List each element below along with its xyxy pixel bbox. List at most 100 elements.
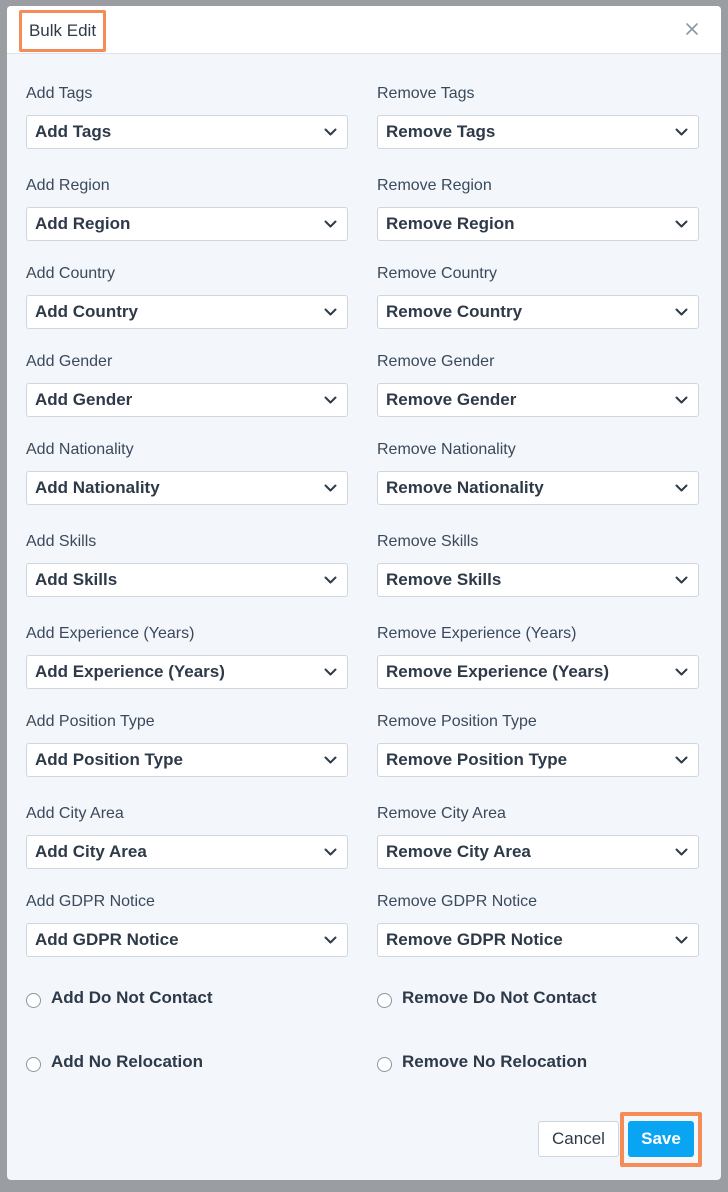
remove-country-label: Remove Country xyxy=(377,265,498,282)
cancel-button[interactable]: Cancel xyxy=(538,1121,619,1157)
add-country-label: Add Country xyxy=(26,265,115,282)
add-tags-field: Add Tags Add Tags xyxy=(26,83,348,149)
add-position-type-field: Add Position Type Add Position Type xyxy=(26,711,348,777)
remove-city-area-select[interactable]: Remove City Area xyxy=(377,835,699,869)
chevron-down-icon xyxy=(675,127,689,137)
remove-city-area-field: Remove City Area Remove City Area xyxy=(377,803,699,869)
add-no-relocation-option[interactable]: Add No Relocation xyxy=(26,1051,203,1073)
add-experience-label: Add Experience (Years) xyxy=(26,625,195,642)
add-region-value: Add Region xyxy=(35,214,131,233)
add-position-type-value: Add Position Type xyxy=(35,750,183,769)
remove-region-label: Remove Region xyxy=(377,177,492,194)
add-gender-field: Add Gender Add Gender xyxy=(26,351,348,417)
add-gdpr-select[interactable]: Add GDPR Notice xyxy=(26,923,348,957)
remove-do-not-contact-radio[interactable] xyxy=(377,992,392,1008)
add-experience-select[interactable]: Add Experience (Years) xyxy=(26,655,348,689)
add-experience-value: Add Experience (Years) xyxy=(35,662,225,681)
remove-no-relocation-radio[interactable] xyxy=(377,1056,392,1072)
add-skills-select[interactable]: Add Skills xyxy=(26,563,348,597)
add-nationality-select[interactable]: Add Nationality xyxy=(26,471,348,505)
chevron-down-icon xyxy=(324,667,338,677)
chevron-down-icon xyxy=(324,847,338,857)
remove-gdpr-value: Remove GDPR Notice xyxy=(386,930,563,949)
remove-no-relocation-label: Remove No Relocation xyxy=(402,1052,588,1071)
remove-experience-select[interactable]: Remove Experience (Years) xyxy=(377,655,699,689)
remove-gender-field: Remove Gender Remove Gender xyxy=(377,351,699,417)
remove-no-relocation-option[interactable]: Remove No Relocation xyxy=(377,1051,587,1073)
add-tags-select[interactable]: Add Tags xyxy=(26,115,348,149)
remove-city-area-label: Remove City Area xyxy=(377,805,506,822)
add-country-select[interactable]: Add Country xyxy=(26,295,348,329)
chevron-down-icon xyxy=(675,395,689,405)
chevron-down-icon xyxy=(675,575,689,585)
chevron-down-icon xyxy=(324,127,338,137)
modal-header: Bulk Edit xyxy=(7,6,721,54)
close-icon xyxy=(686,23,698,35)
add-skills-value: Add Skills xyxy=(35,570,118,589)
chevron-down-icon xyxy=(324,755,338,765)
remove-tags-label: Remove Tags xyxy=(377,85,475,102)
title-highlight: Bulk Edit xyxy=(19,10,106,52)
remove-position-type-value: Remove Position Type xyxy=(386,750,568,769)
remove-gender-value: Remove Gender xyxy=(386,390,517,409)
add-nationality-field: Add Nationality Add Nationality xyxy=(26,439,348,505)
add-gender-value: Add Gender xyxy=(35,390,133,409)
remove-skills-select[interactable]: Remove Skills xyxy=(377,563,699,597)
add-position-type-label: Add Position Type xyxy=(26,713,155,730)
remove-gdpr-label: Remove GDPR Notice xyxy=(377,893,538,910)
save-button[interactable]: Save xyxy=(628,1121,694,1157)
add-city-area-value: Add City Area xyxy=(35,842,147,861)
remove-experience-label: Remove Experience (Years) xyxy=(377,625,577,642)
chevron-down-icon xyxy=(675,847,689,857)
remove-position-type-select[interactable]: Remove Position Type xyxy=(377,743,699,777)
remove-region-field: Remove Region Remove Region xyxy=(377,175,699,241)
remove-do-not-contact-option[interactable]: Remove Do Not Contact xyxy=(377,987,597,1009)
add-gender-label: Add Gender xyxy=(26,353,113,370)
add-region-field: Add Region Add Region xyxy=(26,175,348,241)
remove-tags-field: Remove Tags Remove Tags xyxy=(377,83,699,149)
add-gdpr-value: Add GDPR Notice xyxy=(35,930,179,949)
remove-gender-label: Remove Gender xyxy=(377,353,495,370)
chevron-down-icon xyxy=(324,395,338,405)
add-skills-label: Add Skills xyxy=(26,533,97,550)
add-tags-value: Add Tags xyxy=(35,122,112,141)
add-gender-select[interactable]: Add Gender xyxy=(26,383,348,417)
remove-country-value: Remove Country xyxy=(386,302,523,321)
modal-title: Bulk Edit xyxy=(28,21,97,40)
remove-skills-value: Remove Skills xyxy=(386,570,502,589)
add-country-field: Add Country Add Country xyxy=(26,263,348,329)
chevron-down-icon xyxy=(675,219,689,229)
add-nationality-label: Add Nationality xyxy=(26,441,134,458)
add-gdpr-field: Add GDPR Notice Add GDPR Notice xyxy=(26,891,348,957)
remove-region-value: Remove Region xyxy=(386,214,515,233)
remove-tags-select[interactable]: Remove Tags xyxy=(377,115,699,149)
remove-nationality-label: Remove Nationality xyxy=(377,441,516,458)
remove-experience-value: Remove Experience (Years) xyxy=(386,662,610,681)
add-no-relocation-radio[interactable] xyxy=(26,1056,41,1072)
add-skills-field: Add Skills Add Skills xyxy=(26,531,348,597)
remove-skills-label: Remove Skills xyxy=(377,533,479,550)
remove-position-type-field: Remove Position Type Remove Position Typ… xyxy=(377,711,699,777)
close-button[interactable] xyxy=(681,18,703,40)
chevron-down-icon xyxy=(675,935,689,945)
chevron-down-icon xyxy=(675,667,689,677)
chevron-down-icon xyxy=(675,483,689,493)
add-region-select[interactable]: Add Region xyxy=(26,207,348,241)
remove-country-field: Remove Country Remove Country xyxy=(377,263,699,329)
add-do-not-contact-label: Add Do Not Contact xyxy=(51,988,213,1007)
remove-gdpr-field: Remove GDPR Notice Remove GDPR Notice xyxy=(377,891,699,957)
chevron-down-icon xyxy=(324,307,338,317)
remove-gdpr-select[interactable]: Remove GDPR Notice xyxy=(377,923,699,957)
remove-nationality-field: Remove Nationality Remove Nationality xyxy=(377,439,699,505)
add-do-not-contact-radio[interactable] xyxy=(26,992,41,1008)
remove-do-not-contact-label: Remove Do Not Contact xyxy=(402,988,597,1007)
add-position-type-select[interactable]: Add Position Type xyxy=(26,743,348,777)
remove-region-select[interactable]: Remove Region xyxy=(377,207,699,241)
remove-nationality-select[interactable]: Remove Nationality xyxy=(377,471,699,505)
remove-city-area-value: Remove City Area xyxy=(386,842,531,861)
remove-country-select[interactable]: Remove Country xyxy=(377,295,699,329)
chevron-down-icon xyxy=(324,219,338,229)
remove-gender-select[interactable]: Remove Gender xyxy=(377,383,699,417)
add-city-area-select[interactable]: Add City Area xyxy=(26,835,348,869)
add-do-not-contact-option[interactable]: Add Do Not Contact xyxy=(26,987,212,1009)
